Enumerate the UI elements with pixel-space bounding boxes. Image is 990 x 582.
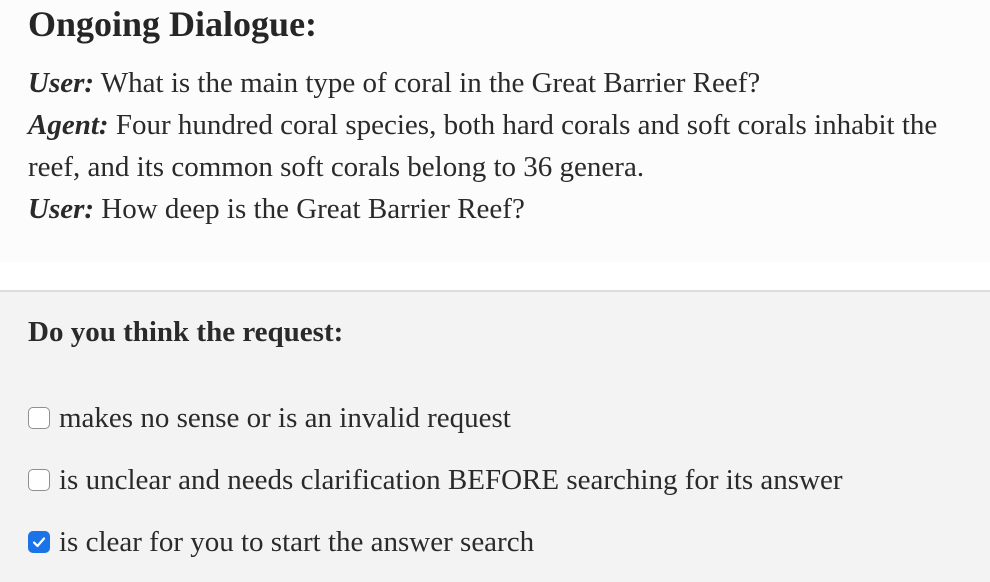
checkbox-clear-request[interactable] <box>28 531 50 553</box>
option-needs-clarification[interactable]: is unclear and needs clarification BEFOR… <box>28 460 843 500</box>
turn-text: Four hundred coral species, both hard co… <box>28 109 938 183</box>
speaker-label: User: <box>28 67 95 99</box>
question-section: Do you think the request: makes no sense… <box>0 292 990 582</box>
checkmark-icon <box>32 537 46 548</box>
dialogue-title: Ongoing Dialogue: <box>28 4 318 44</box>
dialogue-turns: User: What is the main type of coral in … <box>28 62 968 230</box>
option-label: is clear for you to start the answer sea… <box>59 525 535 558</box>
speaker-label: Agent: <box>28 109 109 141</box>
speaker-label: User: <box>28 193 95 225</box>
option-invalid-request[interactable]: makes no sense or is an invalid request <box>28 398 511 438</box>
dialogue-turn-user-2: User: How deep is the Great Barrier Reef… <box>28 188 968 230</box>
dialogue-turn-agent: Agent: Four hundred coral species, both … <box>28 104 968 188</box>
dialogue-turn-user-1: User: What is the main type of coral in … <box>28 62 968 104</box>
option-clear-request[interactable]: is clear for you to start the answer sea… <box>28 522 534 562</box>
option-label: is unclear and needs clarification BEFOR… <box>59 463 843 496</box>
checkbox-invalid-request[interactable] <box>28 407 50 429</box>
checkbox-needs-clarification[interactable] <box>28 469 50 491</box>
option-label: makes no sense or is an invalid request <box>59 401 511 434</box>
turn-text: What is the main type of coral in the Gr… <box>100 67 761 99</box>
dialogue-section: Ongoing Dialogue: User: What is the main… <box>0 0 990 262</box>
turn-text: How deep is the Great Barrier Reef? <box>101 193 525 225</box>
question-title: Do you think the request: <box>28 316 344 348</box>
